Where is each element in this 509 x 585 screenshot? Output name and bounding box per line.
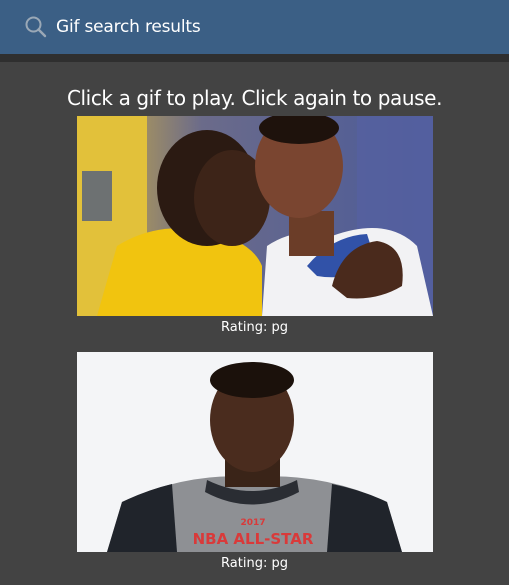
shirt-text: NBA ALL-STAR [192, 530, 313, 548]
gif-image[interactable] [76, 116, 433, 316]
app-window: Gif search results Click a gif to play. … [0, 0, 509, 585]
svg-text:2017: 2017 [240, 518, 265, 528]
gif-result: Rating: pg [76, 116, 433, 335]
page-title: Gif search results [56, 17, 201, 37]
instructions-text: Click a gif to play. Click again to paus… [66, 86, 443, 110]
rating-label: Rating: pg [221, 556, 288, 571]
search-icon [24, 15, 48, 39]
results-area: Click a gif to play. Click again to paus… [0, 62, 509, 585]
gif-image[interactable]: 2017 NBA ALL-STAR [76, 352, 433, 552]
gif-result: 2017 NBA ALL-STAR Rating: pg [76, 352, 433, 571]
rating-label: Rating: pg [221, 320, 288, 335]
app-header: Gif search results [0, 0, 509, 54]
header-divider [0, 54, 509, 62]
